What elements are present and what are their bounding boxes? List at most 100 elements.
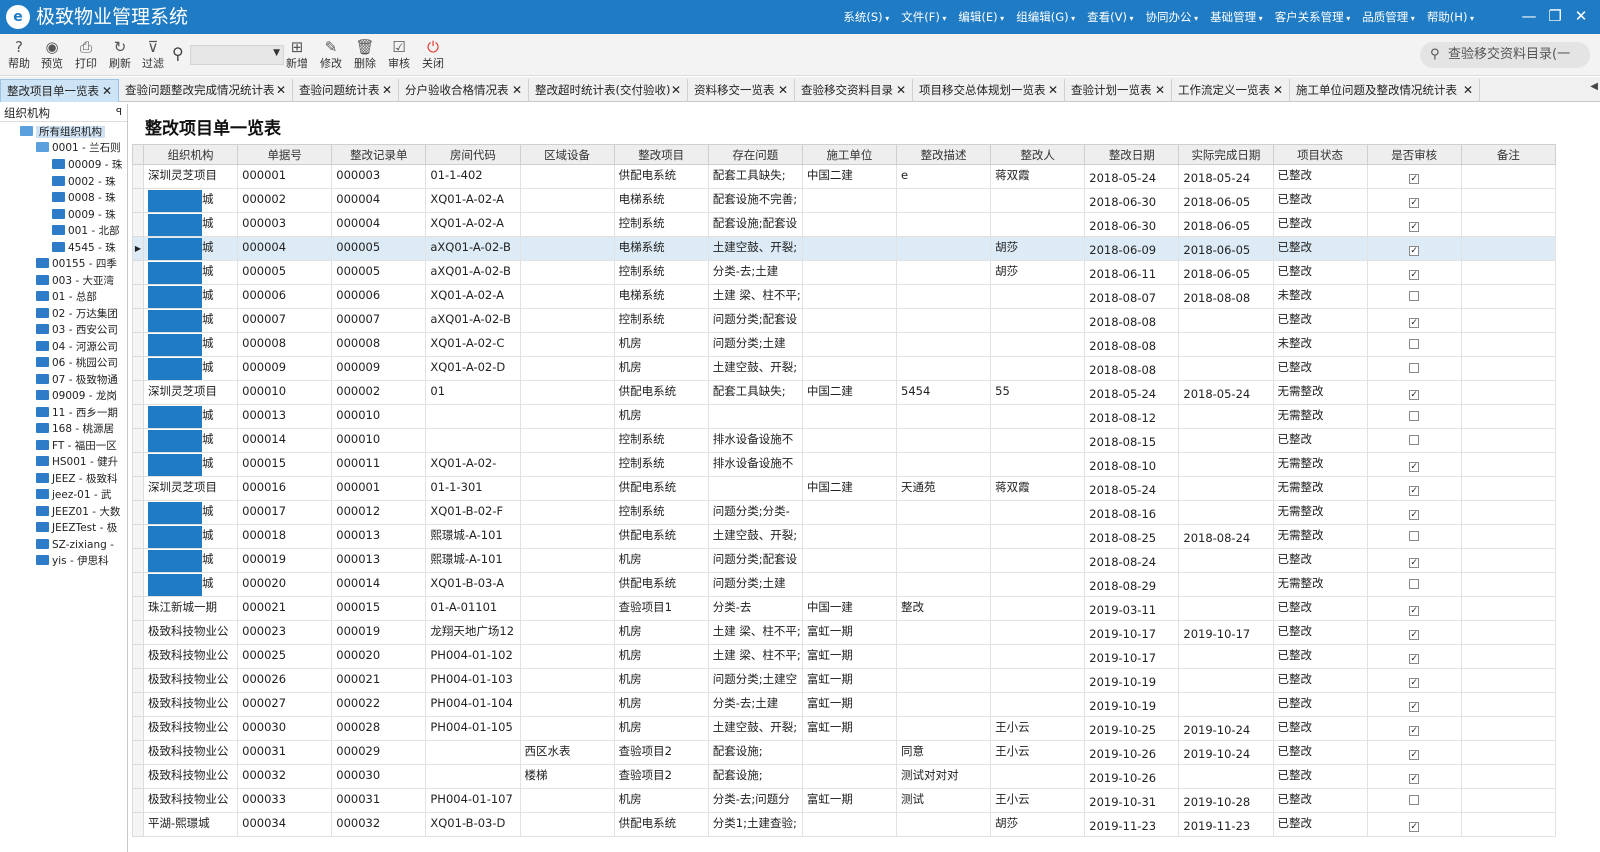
audited-cell[interactable] xyxy=(1366,284,1462,309)
close-icon[interactable]: ✕ xyxy=(1463,79,1473,102)
column-header[interactable]: 存在问题 xyxy=(707,144,803,165)
audited-checkbox[interactable] xyxy=(1409,338,1420,349)
refresh-button[interactable]: ↻ 刷新 xyxy=(103,37,137,71)
row-indicator[interactable] xyxy=(132,212,144,237)
tree-node[interactable]: 04 - 河源公司 xyxy=(36,339,118,355)
menu-item[interactable]: 基础管理 xyxy=(1204,0,1269,34)
table-row[interactable]: 城 000013 000010 机房 2018-08-12 无需整改 xyxy=(132,404,1557,429)
table-row[interactable]: 城 000018 000013 熙璟城-A-101 供配电系统 土建空鼓、开裂; 2018-… xyxy=(132,524,1557,549)
row-indicator[interactable] xyxy=(132,668,144,693)
row-indicator[interactable] xyxy=(132,572,144,597)
row-indicator[interactable] xyxy=(132,500,144,525)
tree-node[interactable]: 0001 - 兰石则 xyxy=(36,140,121,156)
column-header[interactable]: 项目状态 xyxy=(1272,144,1368,165)
tree-node[interactable]: JEEZ01 - 大数 xyxy=(36,504,120,520)
add-button[interactable]: ⊞ 新增 xyxy=(280,37,314,71)
close-icon[interactable]: ✕ xyxy=(1155,79,1165,102)
row-indicator[interactable] xyxy=(132,692,144,717)
column-header[interactable]: 整改人 xyxy=(990,144,1086,165)
tree-node[interactable]: 01 - 总部 xyxy=(36,289,97,305)
table-row[interactable]: 深圳灵芝项目 000016 000001 01-1-301 供配电系统 中国二建 天通苑 蒋双… xyxy=(132,476,1557,501)
tree-node[interactable]: 0008 - 珠 xyxy=(52,190,116,206)
table-row[interactable]: 城 000006 000006 XQ01-A-02-A 电梯系统 土建 梁、柱不平; 201… xyxy=(132,284,1557,309)
audited-checkbox[interactable]: ✓ xyxy=(1409,749,1420,760)
audited-cell[interactable]: ✓ xyxy=(1366,452,1462,477)
tree-node[interactable]: 4545 - 珠 xyxy=(52,240,116,256)
tab-item[interactable]: 整改项目单一览表 ✕ xyxy=(0,79,119,102)
table-row[interactable]: 城 000015 000011 XQ01-A-02- 控制系统 排水设备设施不 2018-0… xyxy=(132,452,1557,477)
column-header[interactable]: 整改描述 xyxy=(895,144,992,165)
audited-cell[interactable]: ✓ xyxy=(1366,500,1462,525)
row-indicator[interactable] xyxy=(132,716,144,741)
audited-cell[interactable] xyxy=(1366,524,1462,549)
tree-node[interactable]: SZ-zixiang - xyxy=(36,537,114,553)
audited-cell[interactable]: ✓ xyxy=(1366,596,1462,621)
table-row[interactable]: 极致科技物业公 000027 000022 PH004-01-104 机房 分类-去;土建… xyxy=(132,692,1557,717)
row-indicator[interactable] xyxy=(132,380,144,405)
table-row[interactable]: 城 000008 000008 XQ01-A-02-C 机房 问题分类;土建 2018-08… xyxy=(132,332,1557,357)
audited-cell[interactable] xyxy=(1366,404,1462,429)
table-row[interactable]: 深圳灵芝项目 000001 000003 01-1-402 供配电系统 配套工具缺失; 中国… xyxy=(132,164,1557,189)
audited-cell[interactable]: ✓ xyxy=(1366,620,1462,645)
audited-checkbox[interactable] xyxy=(1409,362,1420,373)
filter-button[interactable]: ⊽ 过滤 xyxy=(136,37,170,71)
tree-node[interactable]: 003 - 大亚湾 xyxy=(36,273,114,289)
tree-node[interactable]: 00155 - 四季 xyxy=(36,256,117,272)
column-header[interactable]: 单据号 xyxy=(237,144,333,165)
menu-item[interactable]: 品质管理 xyxy=(1356,0,1421,34)
column-header[interactable]: 整改日期 xyxy=(1084,144,1180,165)
audited-cell[interactable]: ✓ xyxy=(1366,548,1462,573)
preview-button[interactable]: ◉ 预览 xyxy=(35,37,69,71)
audited-cell[interactable]: ✓ xyxy=(1366,764,1462,789)
table-row[interactable]: 极致科技物业公 000023 000019 龙翔天地广场12 机房 土建 梁、柱不平; 富虹… xyxy=(132,620,1557,645)
close-icon[interactable]: ✕ xyxy=(102,80,112,102)
close-icon[interactable]: ✕ xyxy=(778,79,788,102)
column-header[interactable]: 组织机构 xyxy=(142,144,239,165)
audited-cell[interactable]: ✓ xyxy=(1366,236,1462,261)
row-indicator[interactable] xyxy=(132,332,144,357)
restore-icon[interactable]: ❐ xyxy=(1542,0,1568,34)
menu-item[interactable]: 编辑(E) xyxy=(952,0,1010,34)
audited-checkbox[interactable]: ✓ xyxy=(1409,269,1420,280)
row-indicator[interactable] xyxy=(132,812,144,837)
audited-checkbox[interactable]: ✓ xyxy=(1409,773,1420,784)
menu-item[interactable]: 客户关系管理 xyxy=(1269,0,1357,34)
menu-item[interactable]: 系统(S) xyxy=(837,0,895,34)
tree-node[interactable]: 09009 - 龙岗 xyxy=(36,388,117,404)
audited-cell[interactable]: ✓ xyxy=(1366,188,1462,213)
audited-checkbox[interactable] xyxy=(1409,434,1420,445)
menu-item[interactable]: 帮助(H) xyxy=(1421,0,1480,34)
minimize-icon[interactable]: — xyxy=(1516,0,1542,34)
tab-item[interactable]: 整改超时统计表(交付验收) ✕ xyxy=(529,79,688,102)
row-indicator[interactable] xyxy=(132,188,144,213)
audited-checkbox[interactable]: ✓ xyxy=(1409,653,1420,664)
audited-checkbox[interactable]: ✓ xyxy=(1409,725,1420,736)
table-row[interactable]: 城 000005 000005 aXQ01-A-02-B 控制系统 分类-去;土建 胡莎 20… xyxy=(132,260,1557,285)
row-indicator[interactable] xyxy=(132,524,144,549)
column-header[interactable]: 整改项目 xyxy=(613,144,709,165)
audited-checkbox[interactable] xyxy=(1409,530,1420,541)
row-indicator[interactable] xyxy=(132,740,144,765)
audited-cell[interactable] xyxy=(1366,332,1462,357)
row-indicator[interactable] xyxy=(132,788,144,813)
audited-cell[interactable]: ✓ xyxy=(1366,668,1462,693)
tree-node[interactable]: 168 - 桃源居 xyxy=(36,421,114,437)
tree-node[interactable]: 02 - 万达集团 xyxy=(36,306,118,322)
table-row[interactable]: 极致科技物业公 000033 000031 PH004-01-107 机房 分类-去;问题… xyxy=(132,788,1557,813)
table-row[interactable]: 极致科技物业公 000031 000029 西区水表 查验项目2 配套设施; 同意 王小云 20… xyxy=(132,740,1557,765)
audited-cell[interactable]: ✓ xyxy=(1366,740,1462,765)
column-header[interactable]: 备注 xyxy=(1460,144,1557,165)
global-search-box[interactable]: ⚲ 查验移交资料目录(一 xyxy=(1420,42,1590,68)
audited-cell[interactable]: ✓ xyxy=(1366,692,1462,717)
row-indicator[interactable] xyxy=(132,620,144,645)
tree-node[interactable]: FT - 福田一区 xyxy=(36,438,117,454)
tree-root[interactable]: 所有组织机构 xyxy=(20,124,105,140)
row-indicator[interactable] xyxy=(132,164,144,189)
tab-item[interactable]: 资料移交一览表 ✕ xyxy=(688,79,795,102)
audited-cell[interactable] xyxy=(1366,428,1462,453)
table-row[interactable]: 平湖-熙璟城 000034 000032 XQ01-B-03-D 供配电系统 分类1;土建… xyxy=(132,812,1557,837)
audited-checkbox[interactable]: ✓ xyxy=(1409,317,1420,328)
audited-checkbox[interactable]: ✓ xyxy=(1409,677,1420,688)
table-row[interactable]: 城 000017 000012 XQ01-B-02-F 控制系统 问题分类;分类- 2018… xyxy=(132,500,1557,525)
row-indicator[interactable] xyxy=(132,260,144,285)
